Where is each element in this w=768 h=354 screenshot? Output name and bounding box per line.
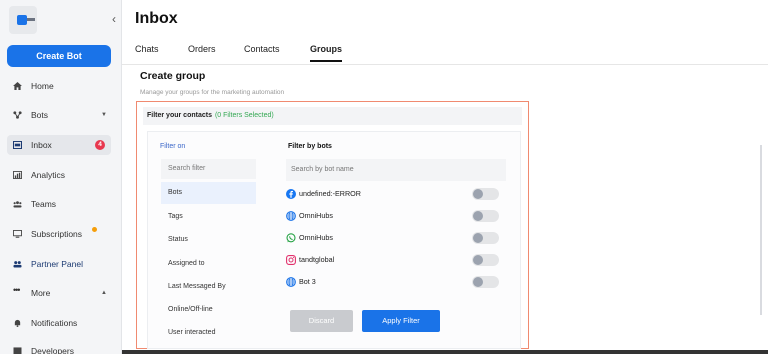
apply-filter-button[interactable]: Apply Filter (362, 310, 440, 332)
omnihubs-logo[interactable] (9, 6, 37, 34)
chevron-down-icon[interactable]: ▼ (101, 105, 107, 125)
section-subtitle: Manage your groups for the marketing aut… (140, 89, 285, 96)
filter-option-bots[interactable]: Bots (161, 182, 256, 204)
logo-mark-icon (17, 15, 27, 25)
sidebar-item-bots[interactable]: Bots ▼ (7, 105, 111, 125)
sidebar-item-teams[interactable]: Teams (7, 194, 111, 214)
bot-toggle[interactable] (472, 254, 499, 266)
sidebar-item-partner-panel[interactable]: Partner Panel (7, 254, 111, 274)
whatsapp-icon (286, 233, 296, 243)
sidebar-item-label: Bots (31, 110, 49, 120)
instagram-icon (286, 255, 296, 265)
sidebar: ‹ Create Bot Home Bots ▼ Inbox 4 Analyti… (0, 0, 122, 354)
filters-selected-count: (0 Filters Selected) (214, 112, 274, 119)
sidebar-item-label: Developers (31, 346, 74, 354)
sidebar-item-subscriptions[interactable]: Subscriptions (7, 224, 111, 244)
sidebar-item-notifications[interactable]: Notifications (7, 313, 111, 333)
sidebar-item-label: Notifications (31, 318, 78, 328)
collapse-sidebar-icon[interactable]: ‹ (112, 12, 116, 26)
inbox-icon (13, 141, 22, 149)
panel-header: Filter your contacts (0 Filters Selected) (143, 107, 522, 125)
sidebar-item-developers[interactable]: Developers (7, 341, 111, 354)
notification-dot (92, 227, 97, 232)
filter-option-assigned-to[interactable]: Assigned to (161, 253, 256, 275)
subscriptions-icon (13, 230, 22, 238)
filter-by-bots-heading: Filter by bots (288, 143, 332, 150)
globe-icon (286, 277, 296, 287)
bell-icon (14, 319, 21, 327)
bot-name: tandtglobal (299, 255, 335, 264)
partner-icon (13, 261, 22, 268)
sidebar-item-label: Home (31, 81, 54, 91)
bot-toggle[interactable] (472, 210, 499, 222)
bot-row: undefined:-ERROR (286, 187, 506, 201)
filter-option-last-messaged-by[interactable]: Last Messaged By (161, 276, 256, 298)
tab-contacts[interactable]: Contacts (244, 44, 280, 54)
tab-groups[interactable]: Groups (310, 44, 342, 54)
create-bot-button[interactable]: Create Bot (7, 45, 111, 67)
bot-name: Bot 3 (299, 277, 316, 286)
bot-name: undefined:-ERROR (299, 189, 361, 198)
sidebar-item-analytics[interactable]: Analytics (7, 165, 111, 185)
bot-row: Bot 3 (286, 275, 506, 289)
panel-title: Filter your contacts (147, 112, 212, 119)
sidebar-item-label: Subscriptions (31, 229, 83, 239)
tab-divider (122, 64, 768, 65)
tab-chats[interactable]: Chats (135, 44, 159, 54)
sidebar-item-home[interactable]: Home (7, 76, 111, 96)
bot-row: OmniHubs (286, 209, 506, 223)
developers-icon (13, 347, 22, 354)
bot-row: tandtglobal (286, 253, 506, 267)
sidebar-item-inbox[interactable]: Inbox 4 (7, 135, 111, 155)
bots-icon (13, 111, 22, 119)
facebook-icon (286, 189, 296, 199)
page-title: Inbox (135, 10, 178, 27)
filter-option-user-interacted[interactable]: User interacted (161, 322, 256, 344)
scrollbar[interactable] (760, 145, 762, 315)
bot-toggle[interactable] (472, 188, 499, 200)
sidebar-item-label: Analytics (31, 170, 66, 180)
globe-icon (286, 211, 296, 221)
search-filter-input[interactable]: Search filter (161, 159, 256, 179)
filter-option-status[interactable]: Status (161, 229, 256, 251)
discard-button[interactable]: Discard (290, 310, 353, 332)
sidebar-item-label: More (31, 288, 51, 298)
inbox-count-badge: 4 (95, 140, 105, 150)
bot-toggle[interactable] (472, 232, 499, 244)
analytics-icon (13, 171, 22, 179)
section-title: Create group (140, 70, 206, 82)
bot-name: OmniHubs (299, 233, 333, 242)
filter-option-tags[interactable]: Tags (161, 206, 256, 228)
bot-name: OmniHubs (299, 211, 333, 220)
filter-option-online-offline[interactable]: Online/Off-line (161, 299, 256, 321)
tab-orders[interactable]: Orders (188, 44, 216, 54)
teams-icon (13, 201, 22, 208)
sidebar-item-more[interactable]: ••• More ▲ (7, 283, 111, 303)
bottom-edge (122, 350, 768, 354)
sidebar-item-label: Teams (31, 199, 57, 209)
bot-toggle[interactable] (472, 276, 499, 288)
search-bot-input[interactable]: Search by bot name (286, 159, 506, 181)
sidebar-item-label: Inbox (31, 140, 52, 150)
filter-on-label: Filter on (160, 143, 186, 150)
more-dots-icon: ••• (13, 285, 20, 295)
home-icon (13, 82, 22, 90)
bot-row: OmniHubs (286, 231, 506, 245)
sidebar-item-label: Partner Panel (31, 259, 83, 269)
filter-contacts-panel: Filter your contacts (0 Filters Selected)… (136, 101, 529, 349)
chevron-up-icon[interactable]: ▲ (101, 283, 107, 303)
active-tab-indicator (310, 60, 342, 62)
